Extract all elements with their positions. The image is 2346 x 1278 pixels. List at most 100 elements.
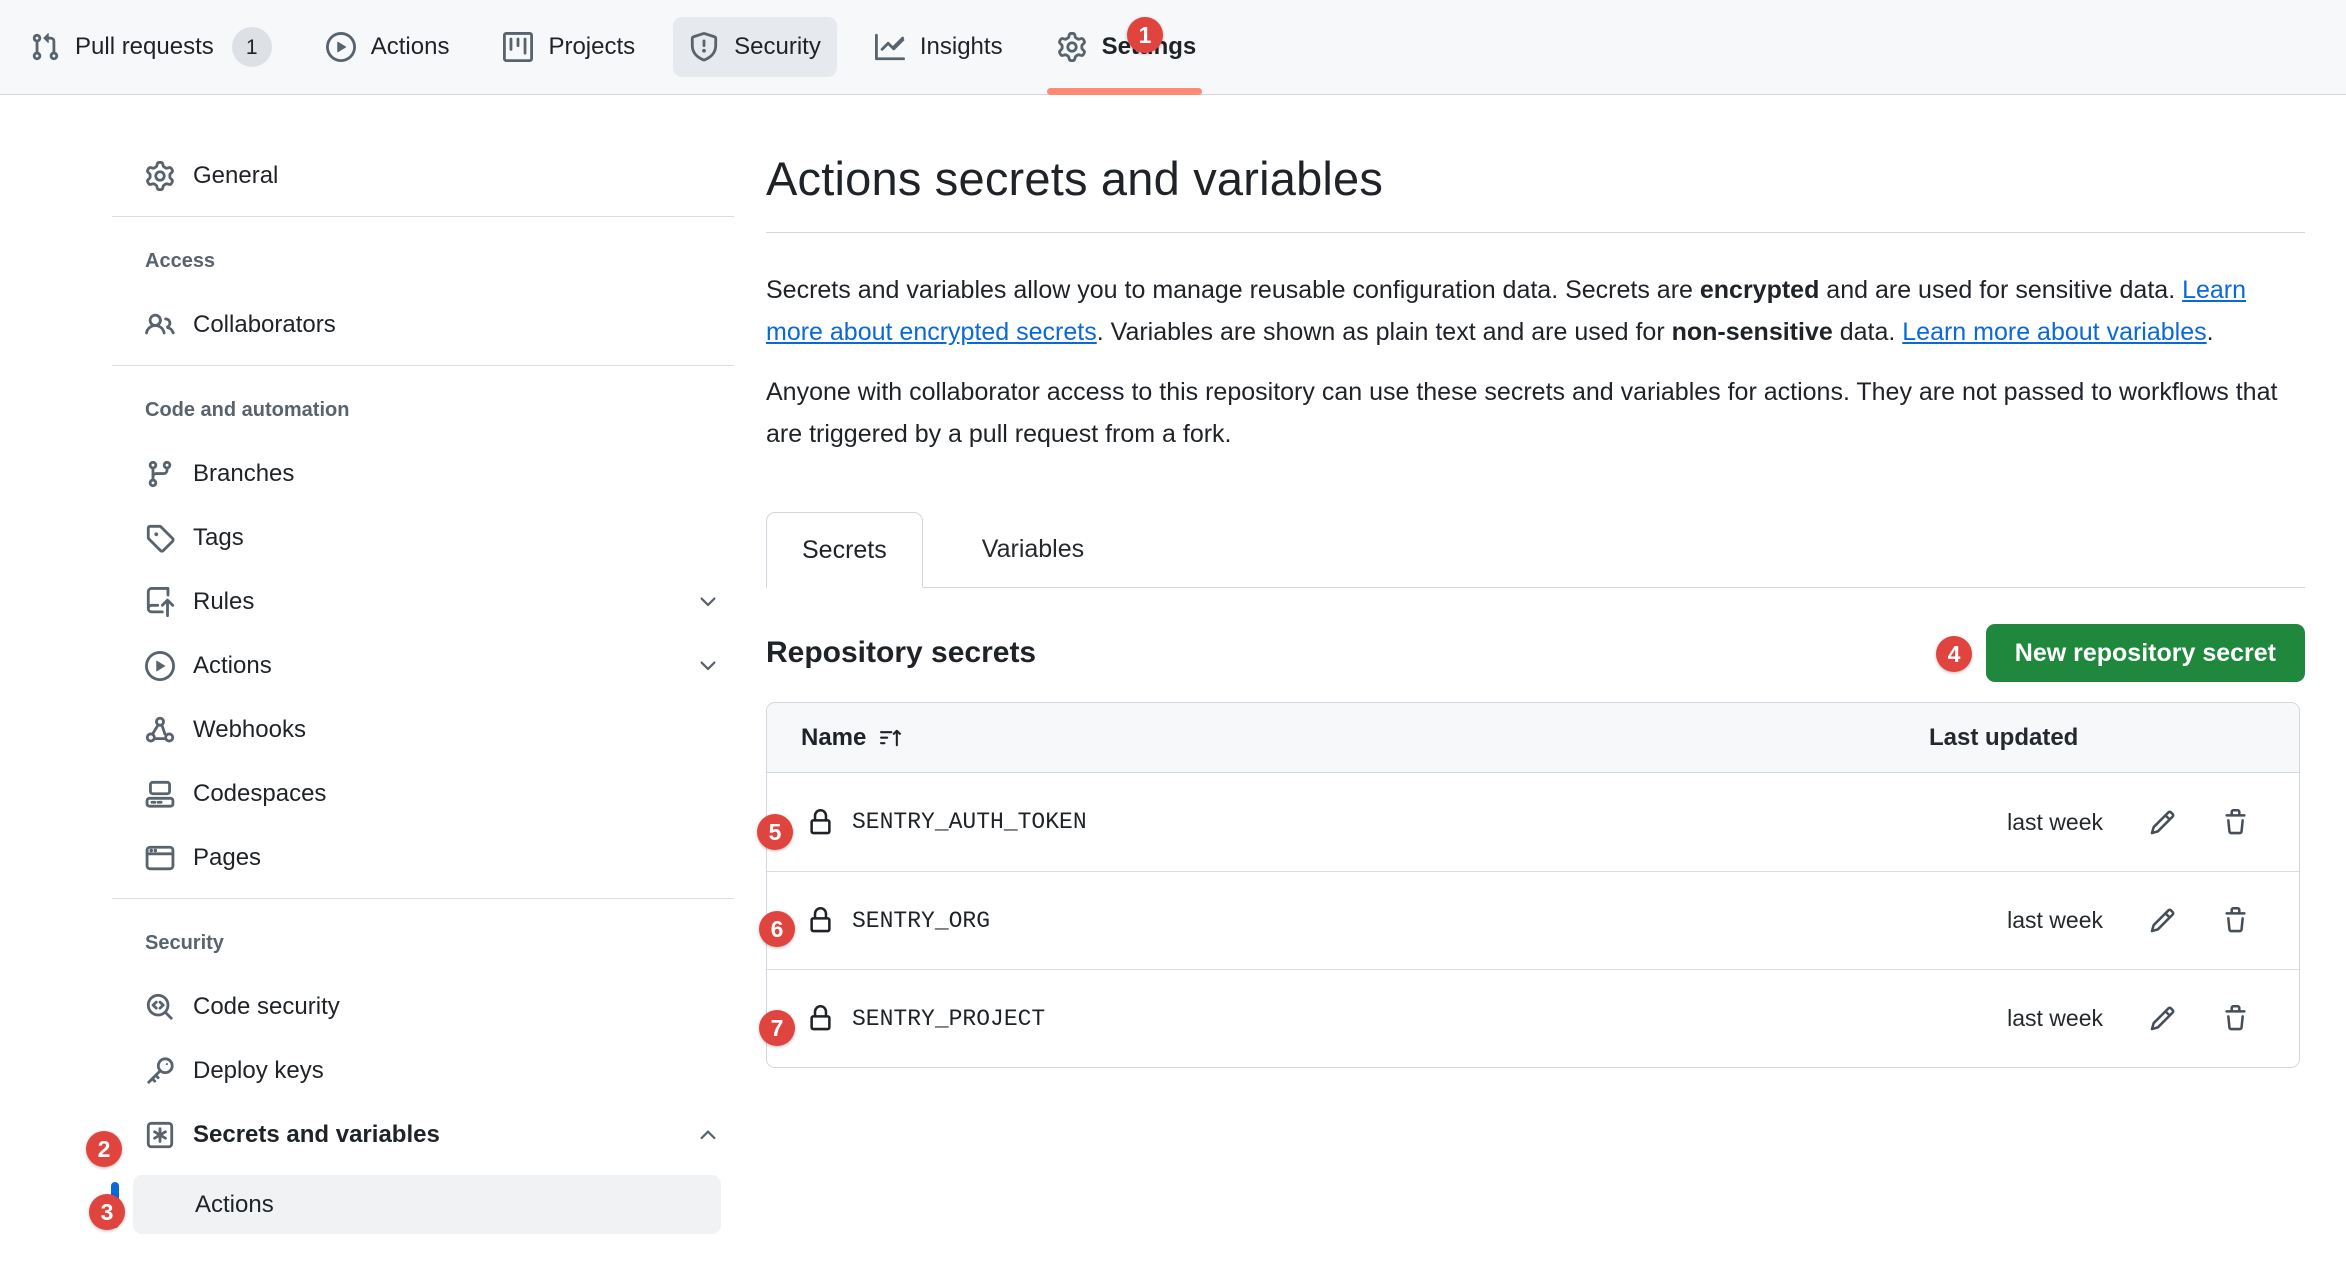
nav-tab-insights[interactable]: Insights bbox=[859, 17, 1019, 77]
sidebar-divider bbox=[112, 216, 734, 217]
play-icon bbox=[326, 32, 356, 62]
learn-more-variables-link[interactable]: Learn more about variables bbox=[1902, 318, 2206, 346]
sidebar-item-pages[interactable]: Pages bbox=[112, 834, 734, 882]
trash-icon bbox=[2222, 809, 2249, 836]
repo-tab-nav: Pull requests 1 Actions Projects Securit… bbox=[0, 0, 2346, 95]
main-content: Actions secrets and variables Secrets an… bbox=[766, 150, 2305, 1068]
intro-text: Secrets and variables allow you to manag… bbox=[766, 276, 1700, 304]
edit-secret-button[interactable] bbox=[2149, 907, 2176, 934]
nav-tab-projects[interactable]: Projects bbox=[487, 17, 651, 77]
nav-tab-label: Pull requests bbox=[75, 35, 214, 59]
lock-icon bbox=[807, 809, 834, 836]
active-tab-underline bbox=[1047, 88, 1203, 95]
sidebar-item-deploy-keys[interactable]: Deploy keys bbox=[112, 1047, 734, 1095]
row-actions: last week bbox=[1929, 809, 2299, 836]
annotation-badge-7: 7 bbox=[759, 1010, 795, 1046]
sidebar-item-label: Actions bbox=[193, 652, 272, 680]
sidebar-item-label: Pages bbox=[193, 844, 261, 872]
delete-secret-button[interactable] bbox=[2222, 809, 2249, 836]
sort-ascending-icon[interactable] bbox=[880, 727, 902, 749]
nav-tab-settings[interactable]: Settings bbox=[1041, 17, 1213, 77]
chevron-up-icon[interactable] bbox=[696, 1123, 720, 1147]
last-updated-value: last week bbox=[2007, 907, 2103, 934]
sidebar-section-access: Access bbox=[112, 241, 734, 281]
git-pull-request-icon bbox=[30, 32, 60, 62]
pencil-icon bbox=[2149, 907, 2176, 934]
delete-secret-button[interactable] bbox=[2222, 907, 2249, 934]
sidebar-subitem-actions-current[interactable]: Actions bbox=[133, 1175, 721, 1234]
pull-requests-counter-badge: 1 bbox=[232, 27, 272, 67]
git-branch-icon bbox=[145, 459, 175, 489]
secrets-variables-tablist: Secrets Variables bbox=[766, 511, 2305, 588]
intro-text: data. bbox=[1833, 318, 1903, 346]
tag-icon bbox=[145, 523, 175, 553]
trash-icon bbox=[2222, 1005, 2249, 1032]
sidebar-item-collaborators[interactable]: Collaborators bbox=[112, 301, 734, 349]
sidebar-item-label: Rules bbox=[193, 588, 254, 616]
sidebar-item-rules[interactable]: Rules bbox=[112, 578, 734, 626]
annotation-badge-1: 1 bbox=[1127, 17, 1163, 53]
repository-secrets-title: Repository secrets bbox=[766, 636, 1036, 670]
chevron-down-icon[interactable] bbox=[696, 590, 720, 614]
sidebar-item-code-security[interactable]: Code security bbox=[112, 983, 734, 1031]
shield-icon bbox=[689, 32, 719, 62]
lock-icon bbox=[807, 1005, 834, 1032]
tab-variables[interactable]: Variables bbox=[947, 511, 1119, 587]
edit-secret-button[interactable] bbox=[2149, 809, 2176, 836]
play-icon bbox=[145, 651, 175, 681]
repository-secrets-table: Name Last updated SENTRY_AUTH_TOKEN last… bbox=[766, 702, 2300, 1068]
row-actions: last week bbox=[1929, 1005, 2299, 1032]
browser-icon bbox=[145, 843, 175, 873]
project-icon bbox=[503, 32, 533, 62]
sidebar-item-codespaces[interactable]: Codespaces bbox=[112, 770, 734, 818]
github-settings-page: Pull requests 1 Actions Projects Securit… bbox=[0, 0, 2346, 1278]
nav-tab-actions[interactable]: Actions bbox=[310, 17, 466, 77]
annotation-badge-2: 2 bbox=[86, 1131, 122, 1167]
sidebar-item-label: Tags bbox=[193, 524, 244, 552]
secret-name: SENTRY_AUTH_TOKEN bbox=[852, 809, 1087, 835]
codespaces-icon bbox=[145, 779, 175, 809]
nav-tab-label: Actions bbox=[371, 35, 450, 59]
nav-tab-label: Projects bbox=[548, 35, 635, 59]
nav-tab-security[interactable]: Security bbox=[673, 17, 837, 77]
sidebar-item-label: Webhooks bbox=[193, 716, 306, 744]
secret-row-sentry-auth-token: SENTRY_AUTH_TOKEN last week bbox=[767, 773, 2299, 871]
secret-row-sentry-project: SENTRY_PROJECT last week bbox=[767, 969, 2299, 1067]
table-header-row: Name Last updated bbox=[767, 703, 2299, 773]
annotation-badge-6: 6 bbox=[759, 911, 795, 947]
sidebar-item-webhooks[interactable]: Webhooks bbox=[112, 706, 734, 754]
lock-icon bbox=[807, 907, 834, 934]
key-icon bbox=[145, 1056, 175, 1086]
graph-icon bbox=[875, 32, 905, 62]
nav-tab-pull-requests[interactable]: Pull requests 1 bbox=[14, 12, 288, 82]
sidebar-item-general[interactable]: General bbox=[112, 152, 734, 200]
title-divider bbox=[766, 232, 2305, 233]
intro-bold-encrypted: encrypted bbox=[1700, 276, 1819, 304]
repository-secrets-header-row: Repository secrets New repository secret bbox=[766, 624, 2305, 682]
gear-icon bbox=[145, 161, 175, 191]
edit-secret-button[interactable] bbox=[2149, 1005, 2176, 1032]
column-header-last-updated: Last updated bbox=[1929, 724, 2299, 752]
sidebar-item-actions[interactable]: Actions bbox=[112, 642, 734, 690]
sidebar-section-code-automation: Code and automation bbox=[112, 390, 734, 430]
chevron-down-icon[interactable] bbox=[696, 654, 720, 678]
sidebar-item-label: Collaborators bbox=[193, 311, 336, 339]
sidebar-item-label: General bbox=[193, 162, 278, 190]
sidebar-item-tags[interactable]: Tags bbox=[112, 514, 734, 562]
sidebar-item-branches[interactable]: Branches bbox=[112, 450, 734, 498]
sidebar-item-label: Deploy keys bbox=[193, 1057, 324, 1085]
nav-tab-label: Insights bbox=[920, 35, 1003, 59]
webhook-icon bbox=[145, 715, 175, 745]
tab-secrets[interactable]: Secrets bbox=[766, 512, 923, 588]
new-repository-secret-button[interactable]: New repository secret bbox=[1986, 624, 2305, 682]
delete-secret-button[interactable] bbox=[2222, 1005, 2249, 1032]
gear-icon bbox=[1057, 32, 1087, 62]
sidebar-item-label: Secrets and variables bbox=[193, 1121, 440, 1149]
annotation-badge-5: 5 bbox=[757, 814, 793, 850]
intro-text: . Variables are shown as plain text and … bbox=[1097, 318, 1672, 346]
sidebar-item-label: Codespaces bbox=[193, 780, 326, 808]
intro-bold-non-sensitive: non-sensitive bbox=[1672, 318, 1833, 346]
repo-push-icon bbox=[145, 587, 175, 617]
sidebar-item-secrets-and-variables[interactable]: Secrets and variables bbox=[112, 1111, 734, 1159]
sidebar-item-label: Branches bbox=[193, 460, 294, 488]
